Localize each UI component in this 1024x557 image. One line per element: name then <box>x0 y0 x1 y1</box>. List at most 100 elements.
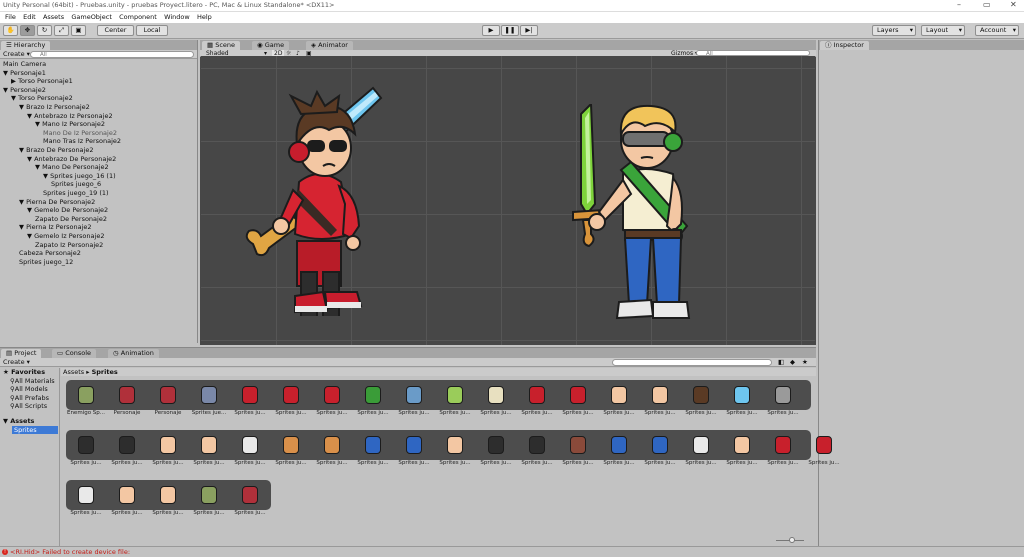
hierarchy-row[interactable]: ▼ Antebrazo De Personaje2 <box>27 155 116 164</box>
asset-item[interactable]: Sprites ju... <box>517 380 557 420</box>
favorites-header[interactable]: ★ Favorites <box>3 368 45 377</box>
hierarchy-row[interactable]: Cabeza Personaje2 <box>19 249 81 258</box>
rect-tool-button[interactable]: ▣ <box>71 25 86 36</box>
asset-item[interactable]: Sprites ju... <box>435 380 475 420</box>
asset-item[interactable]: Sprites ju... <box>681 380 721 420</box>
asset-item[interactable]: Sprites ju... <box>558 430 598 470</box>
menu-gameobject[interactable]: GameObject <box>71 12 112 23</box>
favorite-all-models[interactable]: ⚲All Models <box>10 385 48 394</box>
character-1-sprite[interactable] <box>231 86 391 316</box>
asset-item[interactable]: Sprites ju... <box>517 430 557 470</box>
assets-folder[interactable]: ▼ Assets <box>3 417 34 426</box>
hierarchy-row[interactable]: ▼ Personaje2 <box>3 86 46 95</box>
asset-item[interactable]: Sprites ju... <box>66 430 106 470</box>
pivot-local-button[interactable]: Local <box>136 25 168 36</box>
hierarchy-row[interactable]: ▼ Gemelo De Personaje2 <box>27 206 108 215</box>
tab-scene[interactable]: ▦ Scene <box>202 41 241 50</box>
menu-edit[interactable]: Edit <box>23 12 36 23</box>
minimize-button[interactable]: – <box>957 0 961 9</box>
step-button[interactable]: ▶| <box>520 25 538 36</box>
asset-item[interactable]: Sprites ju... <box>66 480 106 520</box>
asset-item[interactable]: Sprites ju... <box>353 380 393 420</box>
asset-item[interactable]: Sprites ju... <box>394 430 434 470</box>
asset-item[interactable]: Sprites ju... <box>353 430 393 470</box>
hand-tool-button[interactable]: ✋ <box>3 25 18 36</box>
asset-item[interactable]: Sprites ju... <box>476 430 516 470</box>
hierarchy-row[interactable]: Mano Tras Iz Personaje2 <box>43 137 121 146</box>
hierarchy-row[interactable]: Zapato Iz Personaje2 <box>35 241 103 250</box>
asset-item[interactable]: Personaje <box>107 380 147 420</box>
menu-file[interactable]: File <box>5 12 16 23</box>
hierarchy-row[interactable]: Main Camera <box>3 60 46 69</box>
account-dropdown[interactable]: Account ▾ <box>975 25 1019 36</box>
asset-item[interactable]: Enemigo Sp... <box>66 380 106 420</box>
hierarchy-row[interactable]: ▼ Gemelo Iz Personaje2 <box>27 232 104 241</box>
play-button[interactable]: ▶ <box>482 25 500 36</box>
hierarchy-row[interactable]: ▼ Brazo Iz Personaje2 <box>19 103 90 112</box>
project-create-button[interactable]: Create ▾ <box>3 358 30 367</box>
asset-item[interactable]: Sprites jue... <box>189 380 229 420</box>
hierarchy-create-button[interactable]: Create ▾ <box>3 50 30 59</box>
tab-animation[interactable]: ◷ Animation <box>108 349 159 358</box>
asset-item[interactable]: Sprites ju... <box>271 380 311 420</box>
tab-project[interactable]: ▤ Project <box>1 349 42 358</box>
asset-item[interactable]: Sprites ju... <box>435 430 475 470</box>
asset-item[interactable]: Sprites ju... <box>107 480 147 520</box>
asset-item[interactable]: Sprites ju... <box>189 430 229 470</box>
asset-item[interactable]: Sprites ju... <box>148 430 188 470</box>
asset-item[interactable]: Sprites ju... <box>148 480 188 520</box>
hierarchy-row[interactable]: ▼ Antebrazo Iz Personaje2 <box>27 112 113 121</box>
asset-item[interactable]: Sprites ju... <box>722 380 762 420</box>
asset-item[interactable]: Sprites ju... <box>312 380 352 420</box>
scene-view[interactable] <box>201 56 815 345</box>
project-search-input[interactable] <box>612 359 772 366</box>
asset-item[interactable]: Sprites ju... <box>763 380 803 420</box>
hierarchy-row[interactable]: ▼ Mano De Personaje2 <box>35 163 109 172</box>
filter-type-icon[interactable]: ◧ <box>778 358 784 367</box>
hierarchy-row[interactable]: ▼ Torso Personaje2 <box>11 94 73 103</box>
breadcrumb-assets[interactable]: Assets <box>63 368 84 376</box>
asset-item[interactable]: Sprites ju... <box>230 380 270 420</box>
hierarchy-row[interactable]: Mano De Iz Personaje2 <box>43 129 117 138</box>
asset-item[interactable]: Sprites ju... <box>271 430 311 470</box>
asset-item[interactable]: Sprites ju... <box>722 430 762 470</box>
tab-hierarchy[interactable]: ☰ Hierarchy <box>1 41 51 50</box>
asset-item[interactable]: Sprites ju... <box>599 380 639 420</box>
zoom-slider-handle[interactable] <box>789 537 795 543</box>
asset-item[interactable]: Sprites ju... <box>640 380 680 420</box>
layers-dropdown[interactable]: Layers ▾ <box>872 25 916 36</box>
hierarchy-row[interactable]: Sprites juego_19 (1) <box>43 189 109 198</box>
rotate-tool-button[interactable]: ↻ <box>37 25 52 36</box>
pause-button[interactable]: ❚❚ <box>501 25 519 36</box>
favorite-all-prefabs[interactable]: ⚲All Prefabs <box>10 394 49 403</box>
asset-item[interactable]: Sprites ju... <box>230 480 270 520</box>
layout-dropdown[interactable]: Layout ▾ <box>921 25 965 36</box>
menu-assets[interactable]: Assets <box>43 12 64 23</box>
hierarchy-row[interactable]: Zapato De Personaje2 <box>35 215 107 224</box>
asset-item[interactable]: Sprites ju... <box>804 430 844 470</box>
hierarchy-row[interactable]: ▼ Pierna Iz Personaje2 <box>19 223 92 232</box>
asset-item[interactable]: Sprites ju... <box>476 380 516 420</box>
tab-animator[interactable]: ◈ Animator <box>306 41 353 50</box>
favorite-star-icon[interactable]: ★ <box>802 358 808 367</box>
tab-inspector[interactable]: ⓘ Inspector <box>820 41 869 50</box>
scale-tool-button[interactable]: ⤢ <box>54 25 69 36</box>
menu-help[interactable]: Help <box>197 12 212 23</box>
hierarchy-row[interactable]: ▼ Brazo De Personaje2 <box>19 146 93 155</box>
favorite-all-materials[interactable]: ⚲All Materials <box>10 377 55 386</box>
hierarchy-row[interactable]: ▼ Personaje1 <box>3 69 46 78</box>
tab-game[interactable]: ◉ Game <box>252 41 290 50</box>
status-bar[interactable]: ! <RI.Hid> Failed to create device file: <box>0 546 1024 557</box>
asset-item[interactable]: Sprites ju... <box>599 430 639 470</box>
favorite-all-scripts[interactable]: ⚲All Scripts <box>10 402 47 411</box>
hierarchy-row[interactable]: Sprites juego_6 <box>51 180 101 189</box>
asset-item[interactable]: Sprites ju... <box>681 430 721 470</box>
asset-item[interactable]: Sprites ju... <box>640 430 680 470</box>
menu-window[interactable]: Window <box>164 12 190 23</box>
menu-component[interactable]: Component <box>119 12 157 23</box>
maximize-button[interactable]: ▭ <box>983 0 991 9</box>
hierarchy-search-input[interactable]: All <box>30 51 194 58</box>
asset-item[interactable]: Sprites ju... <box>107 430 147 470</box>
asset-item[interactable]: Sprites ju... <box>394 380 434 420</box>
pivot-center-button[interactable]: Center <box>97 25 134 36</box>
